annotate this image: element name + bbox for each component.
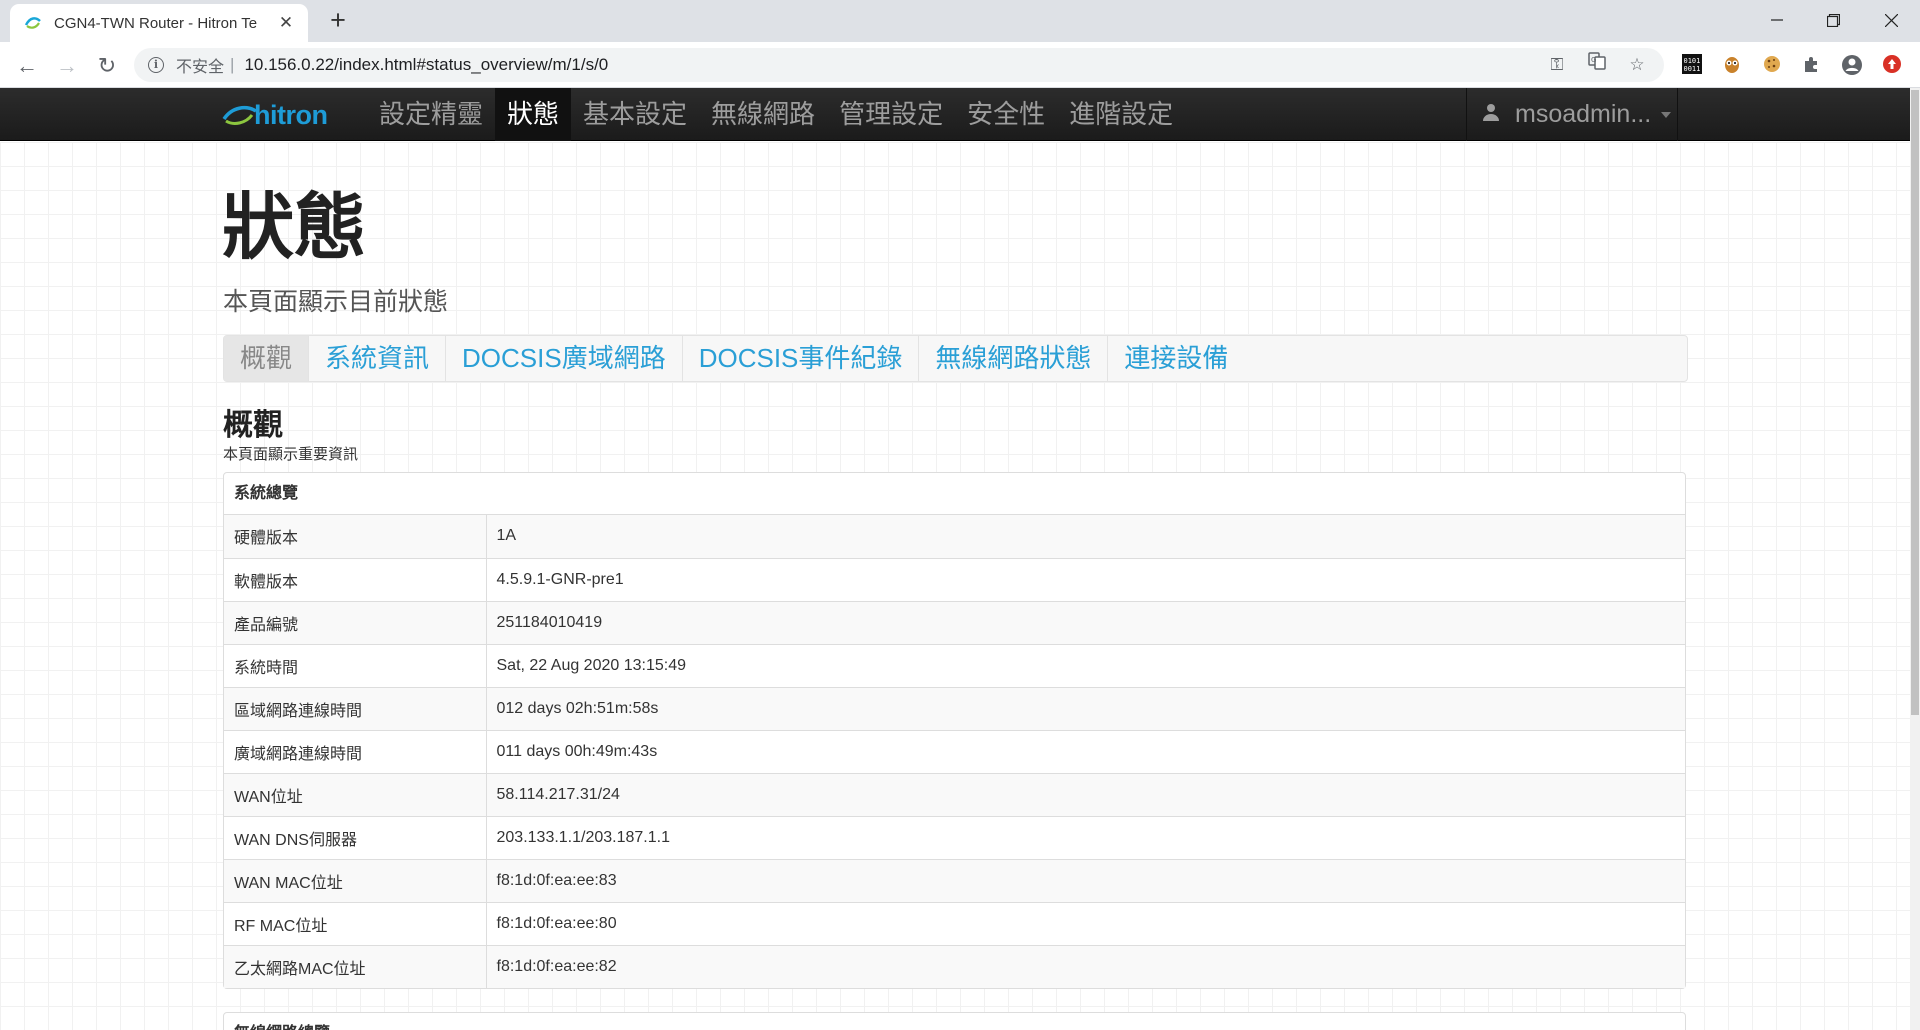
row-value: 4.5.9.1-GNR-pre1	[486, 557, 1685, 601]
panel-heading: 無線網路總覽	[224, 1013, 1685, 1030]
row-label: RF MAC位址	[224, 901, 487, 945]
wireless-overview-panel: 無線網路總覽	[223, 1012, 1686, 1030]
row-value: 1A	[486, 515, 1685, 558]
svg-text:0011: 0011	[1684, 65, 1701, 73]
svg-text:G: G	[1591, 56, 1596, 64]
profile-avatar-icon[interactable]	[1840, 54, 1864, 78]
username-label: msoadmin...	[1515, 100, 1652, 128]
page-subtitle: 本頁面顯示目前狀態	[223, 288, 449, 316]
bookmark-star-icon[interactable]: ☆	[1624, 52, 1650, 78]
menu-advanced[interactable]: 進階設定	[1057, 88, 1185, 141]
table-row: 乙太網路MAC位址 f8:1d:0f:ea:ee:82	[224, 944, 1685, 988]
system-overview-panel: 系統總覽 硬體版本 1A 軟體版本 4.5.9.1-GNR-pre1 產品編號 251…	[223, 472, 1686, 989]
row-label: 產品編號	[224, 600, 487, 644]
table-row: 軟體版本 4.5.9.1-GNR-pre1	[224, 557, 1685, 601]
scrollbar-thumb[interactable]	[1911, 90, 1919, 715]
svg-text:0101: 0101	[1684, 57, 1701, 65]
tab-system-info[interactable]: 系統資訊	[309, 336, 447, 381]
table-row: 產品編號 251184010419	[224, 600, 1685, 644]
row-label: WAN位址	[224, 772, 487, 816]
router-navbar: hitron 設定精靈 狀態 基本設定 無線網路 管理設定 安全性 進階設定 m…	[0, 88, 1910, 141]
row-value: Sat, 22 Aug 2020 13:15:49	[486, 643, 1685, 687]
reload-icon[interactable]: ↻	[92, 51, 122, 81]
row-label: WAN MAC位址	[224, 858, 487, 902]
site-info-icon[interactable]: i	[148, 57, 164, 73]
address-separator: |	[230, 55, 235, 74]
back-arrow-icon[interactable]: ←	[12, 51, 42, 81]
menu-basic-settings[interactable]: 基本設定	[571, 88, 699, 141]
panel-heading: 系統總覽	[224, 473, 1685, 515]
hitron-favicon-icon	[24, 14, 42, 32]
row-label: 軟體版本	[224, 557, 487, 601]
table-row: 區域網路連線時間 012 days 02h:51m:58s	[224, 686, 1685, 730]
hitron-swoosh-icon	[222, 105, 257, 125]
address-bar[interactable]: i 不安全 | 10.156.0.22/index.html#status_ov…	[134, 48, 1664, 82]
page-scrollbar[interactable]	[1910, 88, 1920, 1030]
minimize-icon[interactable]	[1754, 0, 1800, 40]
new-tab-icon[interactable]: +	[324, 6, 352, 34]
row-value: 58.114.217.31/24	[486, 772, 1685, 816]
binary-extension-icon[interactable]: 0101 0011	[1680, 54, 1704, 78]
section-subtitle: 本頁面顯示重要資訊	[223, 446, 359, 463]
row-value: 012 days 02h:51m:58s	[486, 686, 1685, 730]
menu-wireless[interactable]: 無線網路	[699, 88, 827, 141]
not-secure-label: 不安全	[176, 59, 225, 76]
row-label: 區域網路連線時間	[224, 686, 487, 730]
row-value: f8:1d:0f:ea:ee:83	[486, 858, 1685, 902]
close-tab-icon[interactable]: ✕	[276, 13, 296, 33]
puzzle-extensions-icon[interactable]	[1800, 54, 1824, 78]
main-menu: 設定精靈 狀態 基本設定 無線網路 管理設定 安全性 進階設定	[367, 88, 1185, 141]
row-value: f8:1d:0f:ea:ee:82	[486, 944, 1685, 988]
row-value: 251184010419	[486, 600, 1685, 644]
row-value: f8:1d:0f:ea:ee:80	[486, 901, 1685, 945]
row-value: 203.133.1.1/203.187.1.1	[486, 815, 1685, 859]
row-label: 系統時間	[224, 643, 487, 687]
table-row: WAN MAC位址 f8:1d:0f:ea:ee:83	[224, 858, 1685, 902]
chevron-down-icon	[1661, 111, 1672, 118]
tab-docsis-event-log[interactable]: DOCSIS事件紀錄	[683, 336, 920, 381]
key-icon[interactable]: ⚿	[1544, 52, 1570, 78]
restore-icon[interactable]	[1810, 0, 1856, 40]
translate-icon[interactable]: G	[1584, 52, 1610, 78]
hitron-logo[interactable]: hitron	[222, 98, 328, 132]
section-title: 概觀	[223, 409, 283, 442]
table-row: RF MAC位址 f8:1d:0f:ea:ee:80	[224, 901, 1685, 945]
cookie-extension-icon[interactable]	[1760, 54, 1784, 78]
table-row: 硬體版本 1A	[224, 515, 1685, 558]
tab-connected-devices[interactable]: 連接設備	[1108, 336, 1244, 381]
row-label: 乙太網路MAC位址	[224, 944, 487, 988]
user-icon	[1483, 103, 1501, 126]
tab-wireless-status[interactable]: 無線網路狀態	[919, 336, 1109, 381]
table-row: 廣域網路連線時間 011 days 00h:49m:43s	[224, 729, 1685, 773]
page-title: 狀態	[222, 188, 367, 268]
menu-admin[interactable]: 管理設定	[827, 88, 955, 141]
forward-arrow-icon[interactable]: →	[52, 51, 82, 81]
owl-extension-icon[interactable]	[1720, 54, 1744, 78]
tab-overview[interactable]: 概觀	[224, 336, 310, 381]
tab-docsis-wan[interactable]: DOCSIS廣域網路	[446, 336, 683, 381]
table-row: 系統時間 Sat, 22 Aug 2020 13:15:49	[224, 643, 1685, 687]
status-subnav: 概觀 系統資訊 DOCSIS廣域網路 DOCSIS事件紀錄 無線網路狀態 連接設…	[223, 335, 1688, 382]
row-value: 011 days 00h:49m:43s	[486, 729, 1685, 773]
brand-name: hitron	[254, 99, 328, 130]
menu-security[interactable]: 安全性	[955, 88, 1057, 141]
tab-title: CGN4-TWN Router - Hitron Te	[54, 14, 258, 32]
table-row: WAN DNS伺服器 203.133.1.1/203.187.1.1	[224, 815, 1685, 859]
table-row: WAN位址 58.114.217.31/24	[224, 772, 1685, 816]
row-label: 廣域網路連線時間	[224, 729, 487, 773]
row-label: 硬體版本	[224, 515, 487, 558]
url-text[interactable]: 10.156.0.22/index.html#status_overview/m…	[244, 55, 608, 75]
browser-tabstrip: CGN4-TWN Router - Hitron Te ✕ +	[0, 0, 1920, 42]
user-dropdown[interactable]: msoadmin...	[1466, 88, 1678, 141]
row-label: WAN DNS伺服器	[224, 815, 487, 859]
page-content: 狀態 本頁面顯示目前狀態 概觀 系統資訊 DOCSIS廣域網路 DOCSIS事件…	[0, 142, 1910, 1030]
update-alert-icon[interactable]	[1880, 54, 1904, 78]
close-window-icon[interactable]	[1868, 0, 1914, 40]
menu-setup-wizard[interactable]: 設定精靈	[367, 88, 495, 141]
browser-toolbar: ← → ↻ i 不安全 | 10.156.0.22/index.html#sta…	[0, 42, 1920, 88]
browser-tab[interactable]: CGN4-TWN Router - Hitron Te ✕	[10, 4, 308, 42]
menu-status[interactable]: 狀態	[495, 88, 572, 141]
system-info-table: 硬體版本 1A 軟體版本 4.5.9.1-GNR-pre1 產品編號 25118401…	[224, 515, 1685, 988]
